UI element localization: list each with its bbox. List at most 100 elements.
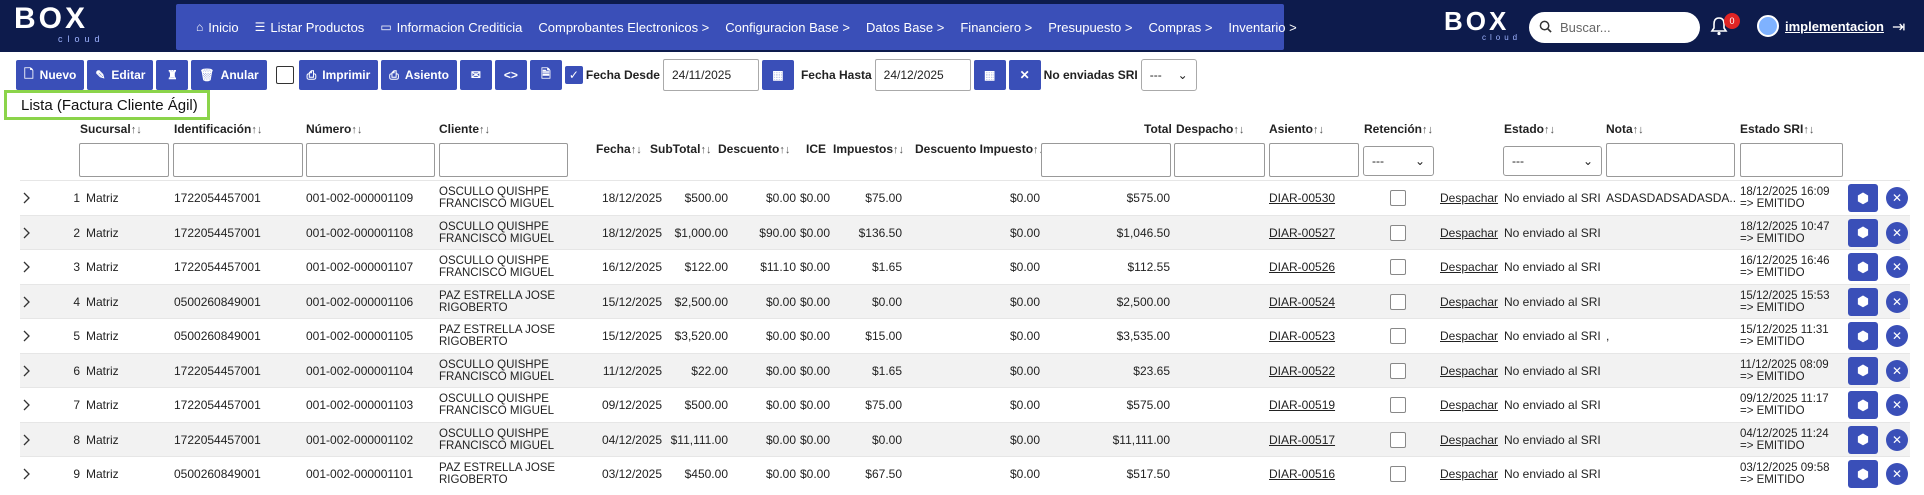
cube-button[interactable]: ⬢	[1848, 253, 1878, 281]
nav-item[interactable]: Configuracion Base >	[717, 20, 858, 35]
cube-button[interactable]: ⬢	[1848, 322, 1878, 350]
retencion-checkbox[interactable]	[1390, 259, 1406, 275]
filter-retencion-select[interactable]: --- ⌄	[1363, 146, 1434, 176]
cube-button[interactable]: ⬢	[1848, 391, 1878, 419]
cube-button[interactable]: ⬢	[1848, 184, 1878, 212]
cube-button[interactable]: ⬢	[1848, 460, 1878, 488]
chevron-right-icon[interactable]	[22, 457, 36, 491]
asiento-link[interactable]: DIAR-00526	[1269, 260, 1335, 274]
nav-item[interactable]: Compras >	[1140, 20, 1220, 35]
despachar-link[interactable]: Despachar	[1440, 364, 1498, 378]
delete-row-button[interactable]: ✕	[1886, 394, 1908, 416]
cube-button[interactable]: ⬢	[1848, 287, 1878, 316]
asiento-link[interactable]: DIAR-00522	[1269, 364, 1335, 378]
asiento-link[interactable]: DIAR-00516	[1269, 467, 1335, 481]
retencion-checkbox[interactable]	[1390, 431, 1406, 448]
despachar-link[interactable]: Despachar	[1440, 467, 1498, 481]
fecha-hasta-calendar-button[interactable]: ▦	[973, 60, 1006, 90]
filter-sucursal-input[interactable]	[79, 143, 169, 177]
no-enviadas-select[interactable]: --- ⌄	[1140, 59, 1197, 91]
clear-dates-button[interactable]: ✕	[1008, 60, 1041, 90]
nav-item[interactable]: Financiero >	[952, 20, 1040, 35]
header-descuento-impuesto[interactable]: Descuento Impuesto↑↓	[915, 142, 1044, 156]
filter-despacho-input[interactable]	[1174, 143, 1265, 177]
fecha-desde-input[interactable]: 24/11/2025	[662, 59, 759, 91]
header-estado[interactable]: Estado↑↓	[1504, 122, 1555, 136]
nav-item[interactable]: Presupuesto >	[1040, 20, 1140, 35]
delete-row-button[interactable]: ✕	[1886, 325, 1908, 347]
despachar-link[interactable]: Despachar	[1440, 295, 1498, 309]
header-fecha[interactable]: Fecha↑↓	[596, 142, 642, 156]
retencion-checkbox[interactable]	[1390, 466, 1406, 482]
despachar-link[interactable]: Despachar	[1440, 329, 1498, 343]
chevron-right-icon[interactable]	[22, 181, 36, 215]
delete-row-button[interactable]: ✕	[1886, 428, 1908, 451]
fecha-desde-calendar-button[interactable]: ▦	[761, 60, 794, 90]
retencion-checkbox[interactable]	[1390, 328, 1406, 344]
asiento-link[interactable]: DIAR-00519	[1269, 398, 1335, 412]
cube-button[interactable]: ⬢	[1848, 356, 1878, 385]
filter-identificacion-input[interactable]	[173, 143, 303, 177]
pdf-button[interactable]: 🗎	[529, 60, 562, 90]
despachar-link[interactable]: Despachar	[1440, 398, 1498, 412]
header-retencion[interactable]: Retención↑↓	[1364, 122, 1433, 136]
table-row[interactable]: 2 Matriz 1722054457001 001-002-000001108 OSC…	[20, 214, 1910, 250]
nav-item[interactable]: Comprobantes Electronicos >	[530, 20, 717, 35]
asiento-link[interactable]: DIAR-00524	[1269, 295, 1335, 309]
nav-item[interactable]: Datos Base >	[858, 20, 952, 35]
chevron-right-icon[interactable]	[22, 319, 36, 353]
header-subtotal[interactable]: SubTotal↑↓	[650, 142, 711, 156]
retencion-checkbox[interactable]	[1390, 397, 1406, 413]
delete-row-button[interactable]: ✕	[1886, 187, 1908, 209]
cube-button[interactable]: ⬢	[1848, 218, 1878, 247]
table-row[interactable]: 5 Matriz 0500260849001 001-002-000001105 PAZ…	[20, 318, 1910, 353]
asiento-button[interactable]: ⎙ Asiento	[381, 60, 457, 90]
asiento-link[interactable]: DIAR-00523	[1269, 329, 1335, 343]
header-sucursal[interactable]: Sucursal↑↓	[80, 122, 142, 136]
filter-total-input[interactable]	[1041, 143, 1171, 177]
delete-row-button[interactable]: ✕	[1886, 359, 1908, 382]
header-despacho[interactable]: Despacho↑↓	[1176, 122, 1244, 136]
header-descuento[interactable]: Descuento↑↓	[718, 142, 790, 156]
header-identificacion[interactable]: Identificación↑↓	[174, 122, 262, 136]
logout-icon[interactable]: ⇥	[1892, 17, 1905, 37]
delete-row-button[interactable]: ✕	[1886, 290, 1908, 313]
despachar-link[interactable]: Despachar	[1440, 260, 1498, 274]
retencion-checkbox[interactable]	[1390, 293, 1406, 310]
despachar-link[interactable]: Despachar	[1440, 191, 1498, 205]
nav-item[interactable]: ▭ Informacion Crediticia	[372, 20, 530, 35]
header-nota[interactable]: Nota↑↓	[1606, 122, 1644, 136]
table-row[interactable]: 1 Matriz 1722054457001 001-002-000001109 OSC…	[20, 180, 1910, 215]
table-row[interactable]: 6 Matriz 1722054457001 001-002-000001104 OSC…	[20, 352, 1910, 387]
filter-asiento-input[interactable]	[1269, 143, 1359, 177]
header-asiento[interactable]: Asiento↑↓	[1269, 122, 1324, 136]
fecha-desde-checkbox[interactable]: ✓	[564, 66, 583, 84]
asiento-link[interactable]: DIAR-00530	[1269, 191, 1335, 205]
cube-button[interactable]: ⬢	[1848, 425, 1878, 454]
header-estado-sri[interactable]: Estado SRI↑↓	[1740, 122, 1814, 136]
delete-row-button[interactable]: ✕	[1886, 463, 1908, 485]
stamp-button[interactable]: ♜	[156, 60, 189, 90]
imprimir-button[interactable]: ⎙ Imprimir	[298, 60, 379, 90]
asiento-link[interactable]: DIAR-00517	[1269, 433, 1335, 447]
retencion-checkbox[interactable]	[1390, 362, 1406, 379]
user-menu[interactable]: implementacion	[1757, 15, 1884, 37]
chevron-right-icon[interactable]	[22, 423, 36, 457]
table-row[interactable]: 9 Matriz 0500260849001 001-002-000001101 PAZ…	[20, 456, 1910, 491]
nav-item[interactable]: ☰ Listar Productos	[247, 20, 373, 35]
filter-numero-input[interactable]	[306, 143, 435, 177]
retencion-checkbox[interactable]	[1390, 224, 1406, 241]
chevron-right-icon[interactable]	[22, 285, 36, 319]
anular-button[interactable]: 🗑 Anular	[191, 60, 267, 90]
nav-item[interactable]: ⌂ Inicio	[188, 20, 247, 35]
filter-estado-sri-input[interactable]	[1740, 143, 1843, 177]
nuevo-button[interactable]: 🗋 Nuevo	[16, 60, 85, 90]
delete-row-button[interactable]: ✕	[1886, 256, 1908, 278]
table-row[interactable]: 7 Matriz 1722054457001 001-002-000001103 OSC…	[20, 387, 1910, 422]
filter-estado-select[interactable]: --- ⌄	[1503, 146, 1602, 176]
header-cliente[interactable]: Cliente↑↓	[439, 122, 490, 136]
retencion-checkbox[interactable]	[1390, 190, 1406, 206]
email-button[interactable]: ✉	[459, 60, 492, 90]
chevron-right-icon[interactable]	[22, 216, 36, 250]
header-numero[interactable]: Número↑↓	[306, 122, 362, 136]
